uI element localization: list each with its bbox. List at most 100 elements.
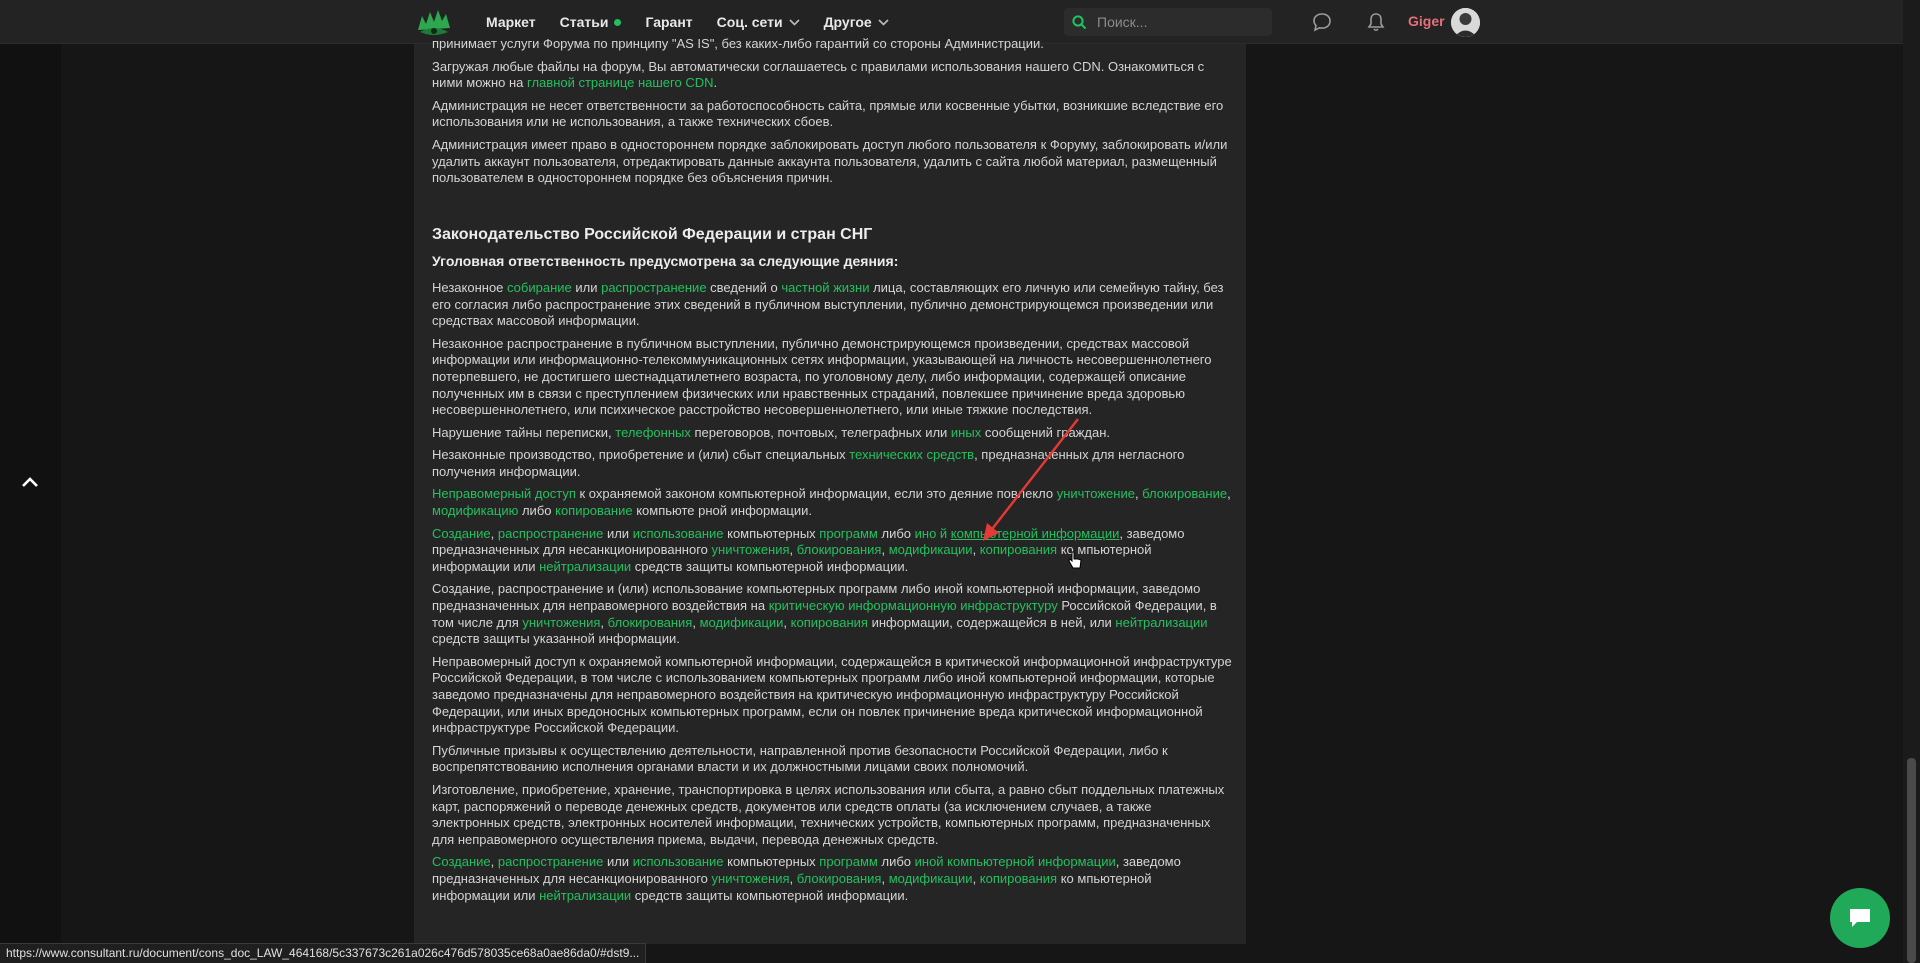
link[interactable]: уничтожение: [1057, 486, 1135, 501]
link[interactable]: блокирования: [608, 615, 693, 630]
paragraph: Незаконное распространение в публичном в…: [432, 335, 1212, 418]
paragraph: Нарушение тайны переписки, телефонных пе…: [432, 425, 1232, 442]
link[interactable]: частной жизни: [781, 280, 869, 295]
text: .: [713, 75, 718, 91]
text: Нарушение тайны переписки,: [432, 424, 616, 440]
text: компьютерных: [723, 525, 820, 541]
section-heading: Законодательство Российской Федерации и …: [432, 225, 873, 243]
online-dot: [614, 18, 622, 26]
link[interactable]: программ: [819, 854, 878, 869]
paragraph: Незаконные производство, приобретение и …: [432, 447, 1232, 480]
text: ,: [972, 542, 980, 558]
link[interactable]: блокирования: [797, 871, 882, 886]
link-status-bar: https://www.consultant.ru/document/cons_…: [0, 943, 647, 963]
text: либо: [518, 503, 556, 519]
rules-text: принимает услуги Форума по принципу "AS …: [432, 36, 1232, 910]
text: средств защиты компьютерной информации.: [631, 887, 909, 903]
paragraph: принимает услуги Форума по принципу "AS …: [432, 36, 1044, 51]
text: ,: [1227, 486, 1231, 502]
logo-icon[interactable]: [416, 6, 452, 38]
text: ,: [881, 870, 889, 886]
link[interactable]: критическую информационную инфраструктур…: [769, 598, 1058, 613]
text: ,: [692, 614, 700, 630]
link[interactable]: использование: [633, 854, 724, 869]
bell-icon[interactable]: [1365, 11, 1387, 33]
link[interactable]: копирования: [980, 871, 1057, 886]
paragraph: Создание, распространение или использова…: [432, 854, 1232, 904]
link[interactable]: уничтожения: [712, 542, 790, 557]
link[interactable]: распространение: [498, 854, 603, 869]
content-panel: принимает услуги Форума по принципу "AS …: [414, 36, 1246, 944]
username[interactable]: Giger: [1408, 13, 1445, 29]
text: ,: [783, 614, 791, 630]
link[interactable]: нейтрализации: [539, 888, 631, 903]
paragraph: Незаконное собирание или распространение…: [432, 280, 1232, 330]
link[interactable]: копирования: [791, 615, 868, 630]
link[interactable]: модификации: [889, 542, 973, 557]
hand-cursor-icon: [1068, 551, 1082, 569]
nav-social-label: Соц. сети: [716, 14, 783, 30]
nav-other-label: Другое: [823, 14, 872, 30]
text: информации, содержащейся в ней, или: [867, 614, 1116, 630]
link[interactable]: ино й: [915, 526, 948, 541]
link[interactable]: технических средств: [849, 447, 974, 462]
link[interactable]: Создание: [432, 854, 491, 869]
paragraph: Неправомерный доступ к охраняемой законо…: [432, 486, 1232, 519]
paragraph: Администрация имеет право в односторонне…: [432, 136, 1228, 186]
link[interactable]: использование: [633, 526, 724, 541]
paragraph: Создание, распространение и (или) исполь…: [432, 581, 1232, 647]
text: или: [603, 854, 633, 870]
text: средств защиты указанной информации.: [432, 631, 680, 647]
text: ,: [490, 854, 498, 870]
nav-articles-label: Статьи: [559, 14, 609, 30]
link[interactable]: уничтожения: [522, 615, 600, 630]
link[interactable]: модификации: [700, 615, 784, 630]
link[interactable]: блокирования: [797, 542, 882, 557]
cdn-link[interactable]: главной странице нашего CDN: [527, 75, 714, 90]
scroll-to-top-button[interactable]: [18, 470, 42, 494]
link[interactable]: копирование: [555, 503, 633, 518]
scrollbar-thumb[interactable]: [1907, 758, 1916, 963]
text: ,: [490, 525, 498, 541]
chat-icon[interactable]: [1311, 11, 1333, 33]
text: компьюте рной информации.: [632, 503, 813, 519]
paragraph: Публичные призывы к осуществлению деятел…: [432, 742, 1168, 775]
text: компьютерных: [723, 854, 820, 870]
link[interactable]: уничтожения: [712, 871, 790, 886]
search-box[interactable]: [1064, 8, 1272, 36]
link[interactable]: телефонных: [615, 425, 691, 440]
page-scrollbar[interactable]: [1903, 0, 1920, 963]
link[interactable]: копирования: [980, 542, 1057, 557]
link[interactable]: нейтрализации: [1115, 615, 1207, 630]
chevron-up-icon: [22, 477, 38, 487]
link[interactable]: программ: [819, 526, 878, 541]
link[interactable]: блокирование: [1142, 486, 1227, 501]
text: или: [571, 279, 602, 295]
text: сообщений граждан.: [981, 424, 1110, 440]
avatar-image: [1451, 8, 1480, 37]
paragraph: Администрация не несет ответственности з…: [432, 97, 1224, 130]
message-icon: [1850, 909, 1870, 927]
link[interactable]: модификации: [889, 871, 973, 886]
paragraph: Изготовление, приобретение, хранение, тр…: [432, 781, 1225, 847]
support-chat-button[interactable]: [1830, 888, 1890, 948]
link[interactable]: Создание: [432, 526, 491, 541]
paragraph: Создание, распространение или использова…: [432, 526, 1232, 576]
hovered-link[interactable]: компьютерной информации: [951, 526, 1120, 541]
text: или: [603, 525, 633, 541]
link[interactable]: Неправомерный доступ: [432, 486, 576, 501]
link[interactable]: собирание: [507, 280, 572, 295]
search-input[interactable]: [1095, 13, 1255, 31]
link[interactable]: иной компьютерной информации: [915, 854, 1116, 869]
paragraph: Неправомерный доступ к охраняемой компью…: [432, 653, 1232, 736]
text: ,: [789, 542, 797, 558]
nav-market-label: Маркет: [486, 14, 536, 30]
avatar[interactable]: [1451, 8, 1480, 37]
link[interactable]: иных: [951, 425, 981, 440]
text: средств защиты компьютерной информации.: [631, 558, 909, 574]
link[interactable]: распространение: [601, 280, 706, 295]
link[interactable]: распространение: [498, 526, 603, 541]
link[interactable]: модификацию: [432, 503, 518, 518]
search-icon: [1072, 14, 1087, 29]
link[interactable]: нейтрализации: [539, 559, 631, 574]
